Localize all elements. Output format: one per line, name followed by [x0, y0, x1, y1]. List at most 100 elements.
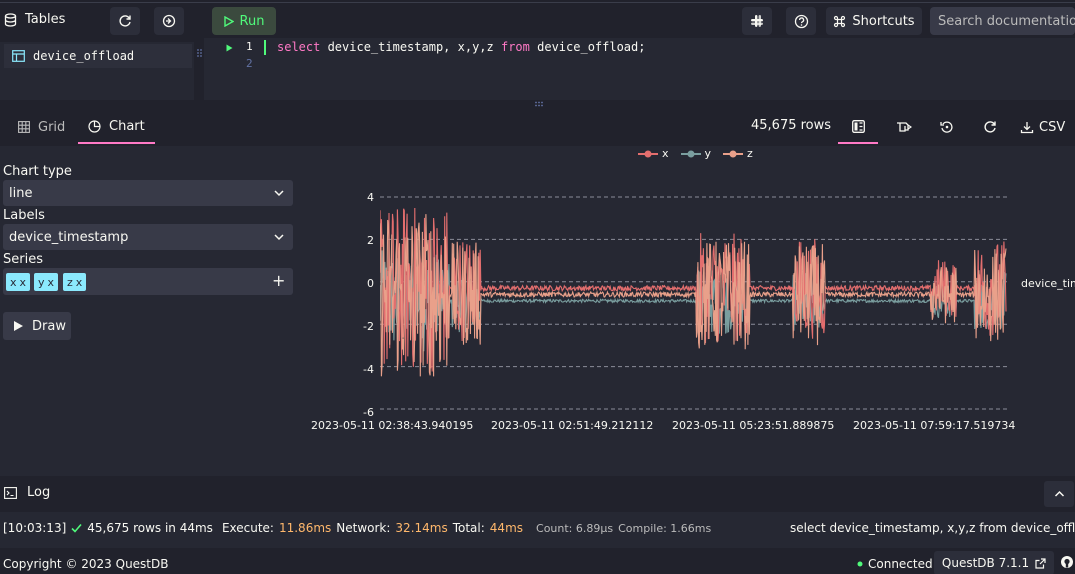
- circle-arrow-icon: [162, 14, 176, 28]
- pie-chart-icon: [88, 119, 101, 133]
- chip-label: z: [67, 275, 73, 289]
- y-tick-label: 4: [367, 191, 374, 204]
- remove-chip-icon[interactable]: x: [48, 276, 55, 289]
- code-text: device_timestamp, x,y,z: [320, 40, 501, 54]
- x-tick-label: 2023-05-11 07:59:17.519734: [853, 419, 1016, 432]
- github-icon[interactable]: [1060, 555, 1074, 569]
- x-tick-label: 2023-05-11 02:38:43.940195: [311, 419, 474, 432]
- network-value: 32.14ms: [395, 521, 448, 535]
- y-tick-label: -6: [363, 406, 374, 419]
- tab-grid[interactable]: Grid: [8, 110, 75, 144]
- search-documentation-input[interactable]: Search documentation: [930, 7, 1075, 35]
- log-title-label: Log: [27, 485, 51, 500]
- refresh-tables-button[interactable]: [110, 7, 140, 35]
- log-query[interactable]: select device_timestamp, x,y,z from devi…: [790, 521, 1075, 535]
- editor-gutter: 1 2: [204, 40, 266, 100]
- help-button[interactable]: [786, 7, 816, 35]
- chevron-up-icon: [1054, 490, 1064, 497]
- external-link-icon: [1035, 557, 1046, 569]
- table-item-device-offload[interactable]: device_offload: [4, 44, 192, 68]
- reset-icon: [940, 121, 953, 133]
- freeze-column-button[interactable]: [884, 110, 924, 144]
- compile-value: Compile: 1.66ms: [618, 521, 712, 535]
- legend-item-y[interactable]: y: [680, 147, 711, 160]
- play-icon: [14, 321, 23, 331]
- horizontal-splitter[interactable]: [0, 100, 1075, 108]
- refresh-results-button[interactable]: [970, 110, 1010, 144]
- shortcuts-label: Shortcuts: [852, 13, 915, 29]
- network-label: Network:: [336, 521, 391, 535]
- layout-icon: [851, 119, 865, 133]
- chart-type-value: line: [9, 185, 33, 201]
- series-chip-z[interactable]: zx: [63, 273, 87, 291]
- y-tick-label: -4: [363, 363, 374, 376]
- chart-legend: x y z: [638, 147, 753, 160]
- tab-grid-label: Grid: [38, 119, 66, 135]
- table-name: device_offload: [33, 49, 135, 63]
- x-tick-label: 2023-05-11 05:23:51.889875: [672, 419, 835, 432]
- add-series-icon[interactable]: +: [272, 271, 285, 290]
- command-icon: [834, 15, 846, 27]
- count-value: Count: 6.89μs: [536, 521, 614, 535]
- play-icon: [223, 15, 234, 27]
- total-value: 44ms: [489, 521, 524, 535]
- execute-value: 11.86ms: [278, 521, 332, 535]
- legend-item-z[interactable]: z: [723, 147, 753, 160]
- code-text: device_offload;: [529, 40, 646, 54]
- execute-label: Execute:: [221, 521, 274, 535]
- legend-item-x[interactable]: x: [638, 147, 669, 160]
- shortcuts-button[interactable]: Shortcuts: [826, 7, 922, 35]
- log-collapse-button[interactable]: [1044, 481, 1074, 507]
- hand-pointer-icon: [897, 122, 912, 132]
- code-line[interactable]: select device_timestamp, x,y,z from devi…: [277, 39, 645, 55]
- log-entry: [10:03:13] 45,675 rows in 44ms Execute: …: [3, 521, 711, 535]
- code-keyword: from: [500, 40, 530, 54]
- table-icon: [12, 50, 25, 62]
- download-icon: [1020, 121, 1034, 133]
- x-tick-label: 2023-05-11 02:51:49.212112: [491, 419, 654, 432]
- labels-label: Labels: [3, 208, 45, 223]
- line-number: 2: [246, 57, 253, 70]
- connection-status-label: Connected: [868, 557, 933, 571]
- tab-chart[interactable]: Chart: [78, 110, 155, 144]
- log-header: [0, 476, 1075, 512]
- series-chip-x[interactable]: xx: [6, 273, 31, 291]
- line-number: 1: [246, 40, 253, 53]
- chevron-down-icon: [274, 190, 284, 197]
- top-divider: [0, 2, 1075, 3]
- database-icon: [4, 12, 17, 27]
- series-chip-y[interactable]: yx: [34, 273, 59, 291]
- layout-toggle-button[interactable]: [838, 110, 878, 144]
- collapse-tables-button[interactable]: [154, 7, 184, 35]
- run-label: Run: [239, 13, 265, 29]
- grid-icon: [18, 121, 30, 133]
- y-tick-label: -2: [363, 320, 374, 333]
- vertical-splitter[interactable]: [195, 42, 204, 100]
- log-title: Log: [4, 485, 50, 500]
- legend-label: x: [662, 147, 669, 160]
- chevron-down-icon: [274, 234, 284, 241]
- series-line-z: [380, 214, 1007, 377]
- remove-chip-icon[interactable]: x: [76, 276, 83, 289]
- slack-button[interactable]: [742, 7, 772, 35]
- check-icon: [71, 523, 82, 533]
- download-csv-button[interactable]: CSV: [1020, 113, 1072, 141]
- terminal-icon: [4, 486, 17, 499]
- refresh-icon: [119, 15, 131, 27]
- chart-type-select[interactable]: line: [3, 180, 293, 206]
- y-tick-label: 2: [367, 234, 374, 247]
- x-axis-name: device_time: [1021, 277, 1075, 290]
- total-label: Total:: [452, 521, 485, 535]
- line-chart-plot[interactable]: [380, 190, 1010, 416]
- draw-button[interactable]: Draw: [3, 312, 71, 340]
- series-label: Series: [3, 252, 43, 267]
- slack-icon: [751, 15, 763, 27]
- run-button[interactable]: Run: [212, 7, 276, 35]
- labels-select[interactable]: device_timestamp: [3, 224, 293, 250]
- reset-layout-button[interactable]: [927, 110, 967, 144]
- version-link[interactable]: QuestDB 7.1.1: [934, 551, 1054, 574]
- remove-chip-icon[interactable]: x: [20, 276, 27, 289]
- draw-label: Draw: [32, 318, 66, 334]
- row-count: 45,675 rows: [751, 118, 832, 133]
- run-line-icon[interactable]: [226, 44, 233, 52]
